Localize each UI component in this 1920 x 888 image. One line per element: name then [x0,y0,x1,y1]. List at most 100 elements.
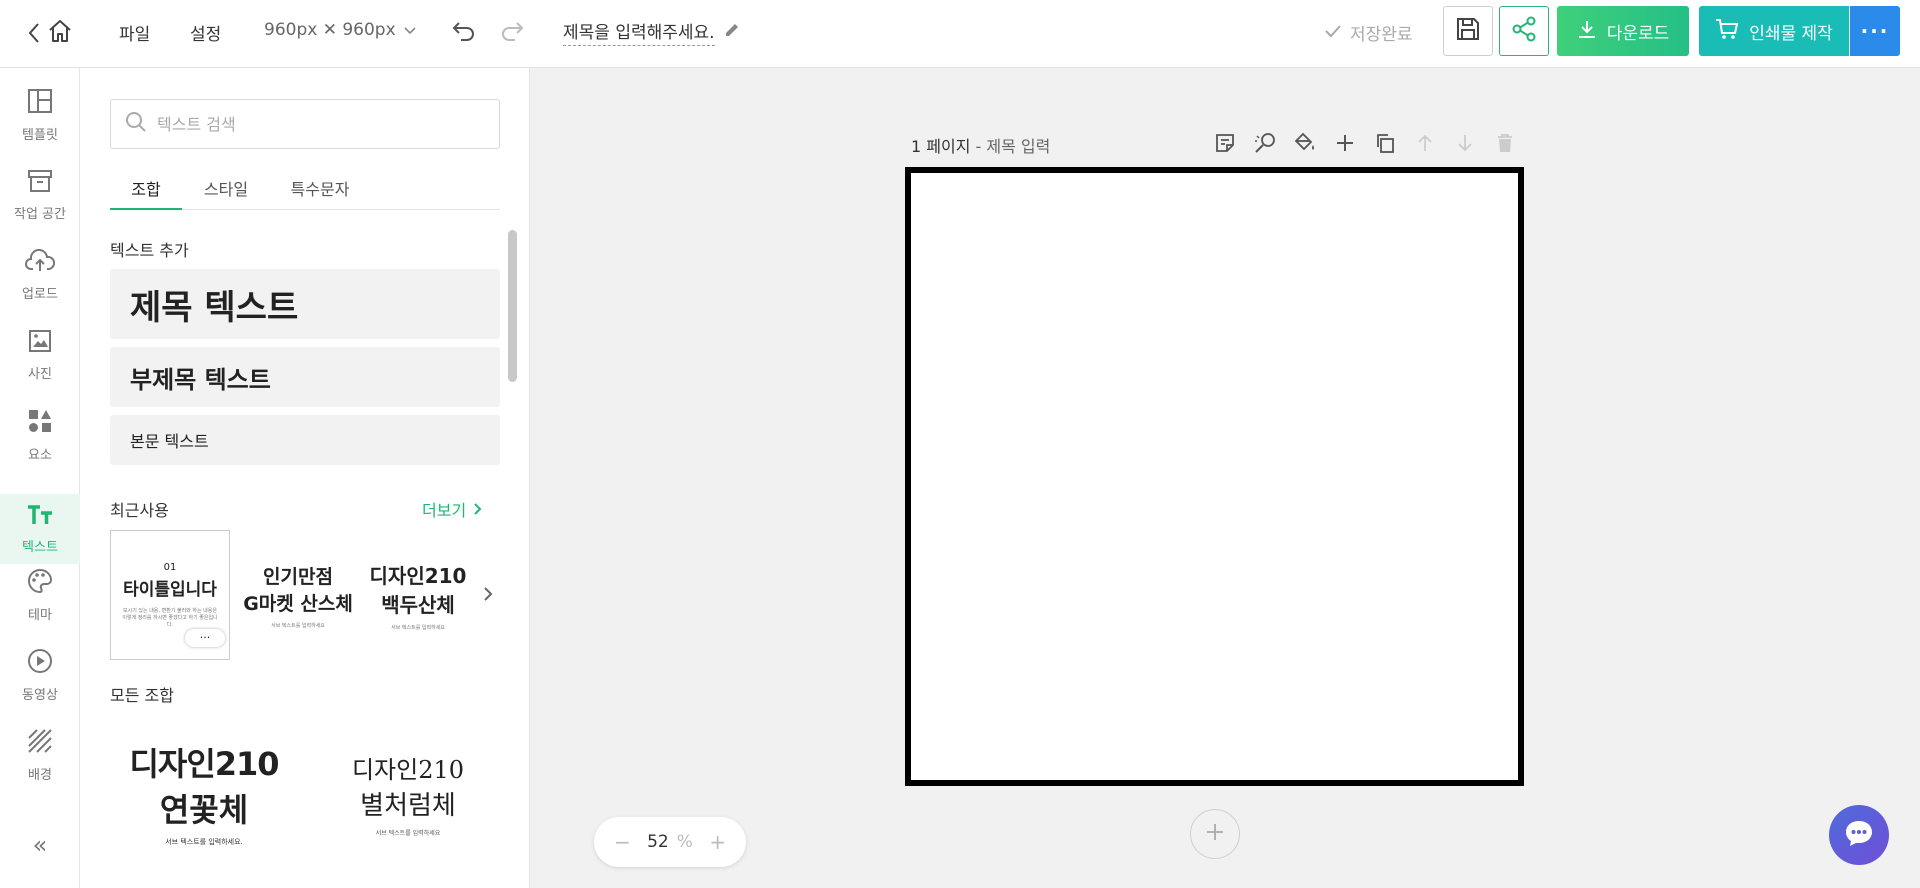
nav-item-label: 배경 [28,767,52,783]
search-icon [125,111,147,137]
nav-item-photo[interactable]: 사진 [0,320,80,390]
nav-item-label: 템플릿 [22,127,58,143]
cloud-upload-icon [25,248,56,277]
nav-item-label: 업로드 [22,286,58,302]
add-body-text-button[interactable]: 본문 텍스트 [110,415,500,465]
undo-icon[interactable] [452,20,476,42]
thumb-desc: 서브 텍스트를 입력하세요 [391,624,445,631]
panel-tabs: 조합 스타일 특수문자 [110,176,500,210]
document-title[interactable]: 제목을 입력해주세요. [563,18,741,46]
search-box[interactable] [110,99,500,149]
zoom-in-button[interactable]: + [709,830,726,854]
thumb-main-text: 디자인210 [129,745,279,783]
nav-item-label: 요소 [28,447,52,463]
chevron-down-icon [404,20,416,40]
share-button[interactable] [1499,6,1549,56]
size-selector[interactable]: 960px ✕ 960px [264,20,416,40]
add-element-icon[interactable] [1332,130,1358,156]
thumb-main-text: 디자인210 [369,563,467,588]
nav-item-label: 작업 공간 [14,206,66,222]
combination-template-2[interactable]: 디자인210 별처럼체 서브 텍스트를 입력하세요 [320,718,496,868]
chat-support-button[interactable] [1829,805,1889,865]
thumb-main-text-2: 백두산체 [381,592,455,617]
thumb-main-text: 디자인210 [351,755,465,784]
delete-page-icon[interactable] [1492,130,1518,156]
print-order-button[interactable]: 인쇄물 제작 [1699,6,1849,56]
magic-wand-icon[interactable] [1252,130,1278,156]
duplicate-page-icon[interactable] [1372,130,1398,156]
zoom-out-button[interactable]: − [614,830,631,854]
zoom-unit: % [676,832,693,852]
nav-item-template[interactable]: 템플릿 [0,80,80,150]
paint-bucket-icon[interactable] [1292,130,1318,156]
page-memo-icon[interactable] [1212,130,1238,156]
thumb-more-button[interactable]: ··· [185,629,225,647]
recent-template-1[interactable]: 01 타이틀입니다 보시기 있는 내용, 변환기 불러와 하는 내용은 이렇게 … [110,530,230,660]
move-page-up-icon[interactable] [1412,130,1438,156]
add-heading-button[interactable]: 제목 텍스트 [110,269,500,339]
download-label: 다운로드 [1606,23,1670,44]
nav-item-theme[interactable]: 테마 [0,560,80,630]
add-page-button[interactable] [1190,809,1240,859]
nav-item-elements[interactable]: 요소 [0,400,80,470]
diagonal-lines-icon [27,728,53,758]
page-separator: - [970,137,987,156]
save-status: 저장완료 [1324,20,1413,45]
tab-combination[interactable]: 조합 [110,176,182,210]
nav-item-label: 사진 [28,366,52,382]
search-input[interactable] [157,114,477,134]
more-options-button[interactable]: ··· [1850,6,1900,56]
save-status-label: 저장완료 [1350,25,1413,45]
thumb-main-text-2: 별처럼체 [360,790,456,821]
recent-template-3[interactable]: 디자인210 백두산체 서브 텍스트를 입력하세요 [366,530,470,660]
redo-icon[interactable] [500,20,524,42]
tab-style[interactable]: 스타일 [190,176,262,210]
design-canvas[interactable] [905,167,1524,786]
nav-item-upload[interactable]: 업로드 [0,240,80,310]
menu-file[interactable]: 파일 [119,20,150,45]
carousel-next-icon[interactable] [484,586,493,605]
nav-item-video[interactable]: 동영상 [0,640,80,710]
add-text-title: 텍스트 추가 [110,241,189,260]
back-icon[interactable] [28,22,40,44]
text-panel: 조합 스타일 특수문자 텍스트 추가 제목 텍스트 부제목 텍스트 본문 텍스트… [80,68,530,888]
thumb-main-text-2: 연꽃체 [159,791,249,829]
thumb-main-text: 인기만점 [263,565,333,588]
tab-special-characters[interactable]: 특수문자 [270,176,370,210]
combination-template-1[interactable]: 디자인210 연꽃체 서브 텍스트를 입력하세요. [116,718,292,868]
page-label[interactable]: 1 페이지 - 제목 입력 [911,133,1050,157]
panel-scrollbar[interactable] [508,230,517,382]
thumb-desc: 서브 텍스트를 입력하세요 [375,829,441,837]
home-icon[interactable] [47,19,73,43]
document-title-text[interactable]: 제목을 입력해주세요. [563,18,715,46]
nav-item-text[interactable]: 텍스트 [0,494,80,564]
play-circle-icon [27,648,53,678]
archive-box-icon [27,169,53,197]
zoom-value[interactable]: 52 [647,832,669,852]
image-icon [28,329,52,357]
collapse-sidebar-button[interactable]: « [0,820,80,870]
floppy-disk-icon [1455,16,1481,46]
recent-template-2[interactable]: 인기만점 G마켓 산스체 서브 텍스트를 입력하세요 [238,530,358,660]
recent-title: 최근사용 [110,501,169,520]
chat-bubble-icon [1843,818,1875,852]
thumb-desc: 서브 텍스트를 입력하세요. [165,838,243,846]
download-button[interactable]: 다운로드 [1557,6,1689,56]
nav-item-workspace[interactable]: 작업 공간 [0,160,80,230]
more-link-label: 더보기 [422,501,467,520]
thumb-desc: 보시기 있는 내용, 변환기 불러와 하는 내용은 이렇게 정리를 하시면 좋겠… [122,607,218,628]
pencil-icon[interactable] [723,21,741,43]
move-page-down-icon[interactable] [1452,130,1478,156]
thumb-main-text-2: G마켓 산스체 [243,592,353,615]
download-icon [1577,19,1597,44]
page-title: 제목 입력 [986,137,1051,156]
save-button[interactable] [1443,6,1493,56]
menu-settings[interactable]: 설정 [190,20,221,45]
zoom-control: − 52 % + [594,817,746,867]
shapes-icon [27,408,53,438]
more-link[interactable]: 더보기 [422,497,482,521]
thumb-desc: 서브 텍스트를 입력하세요 [271,622,325,629]
add-subheading-button[interactable]: 부제목 텍스트 [110,347,500,407]
share-icon [1511,16,1537,46]
nav-item-background[interactable]: 배경 [0,720,80,790]
